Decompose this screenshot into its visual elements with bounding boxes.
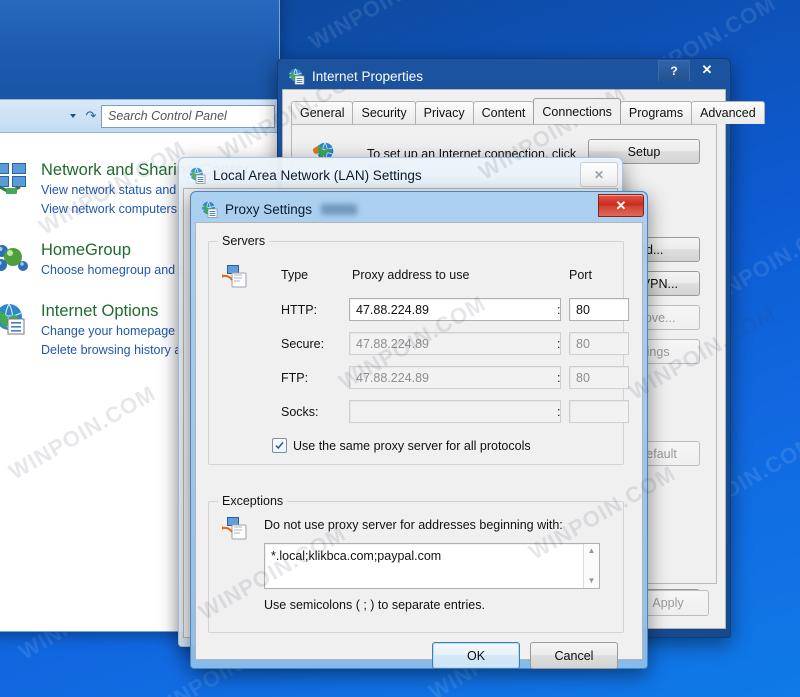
secure-row-label: Secure: (281, 337, 325, 351)
proxy-settings-titlebar[interactable]: Proxy Settings ✕ (195, 194, 644, 222)
http-port-input[interactable]: 80 (569, 298, 629, 321)
tab-label: Security (361, 106, 407, 120)
scroll-up-icon[interactable]: ▲ (588, 547, 596, 555)
exceptions-groupbox: Exceptions Do not use proxy server for a… (208, 494, 624, 633)
internet-options-icon (0, 300, 37, 360)
same-proxy-label: Use the same proxy server for all protoc… (293, 438, 531, 453)
proxy-settings-icon (201, 201, 218, 218)
internet-properties-titlebar[interactable]: Internet Properties ? ✕ (282, 60, 726, 89)
apply-button-label: Apply (652, 596, 684, 610)
proxy-settings-title-buttons: ✕ (598, 194, 644, 217)
tab-privacy[interactable]: Privacy (414, 101, 474, 124)
http-port-value: 80 (576, 302, 590, 317)
cancel-button[interactable]: Cancel (530, 642, 618, 669)
exceptions-hint: Use semicolons ( ; ) to separate entries… (264, 598, 485, 612)
internet-properties-icon (288, 68, 305, 85)
control-panel-titlebar (0, 0, 279, 99)
watermark: WINPOIN.COM (304, 0, 460, 55)
lan-settings-title-buttons: ✕ (580, 162, 618, 187)
tab-advanced[interactable]: Advanced (691, 101, 765, 124)
tab-connections[interactable]: Connections (533, 98, 621, 124)
tab-label: Privacy (423, 106, 465, 120)
socks-row-label: Socks: (281, 405, 319, 419)
http-address-input[interactable]: 47.88.224.89 (349, 298, 561, 321)
close-button[interactable]: ✕ (690, 60, 724, 80)
ftp-address-input: 47.88.224.89 (349, 366, 561, 389)
secure-port-input: 80 (569, 332, 629, 355)
cancel-button-label: Cancel (554, 648, 594, 663)
socks-port-input (569, 400, 629, 423)
tab-programs[interactable]: Programs (619, 101, 693, 124)
secure-colon: : (557, 337, 561, 351)
ftp-row-label: FTP: (281, 371, 309, 385)
servers-legend: Servers (218, 234, 270, 248)
servers-icon (221, 264, 247, 291)
proxy-settings-window[interactable]: Proxy Settings ✕ Servers Type Proxy addr… (190, 191, 648, 669)
socks-colon: : (557, 405, 561, 419)
same-proxy-checkbox-row[interactable]: Use the same proxy server for all protoc… (272, 438, 531, 453)
search-placeholder: Search Control Panel (108, 109, 227, 123)
ok-button-label: OK (466, 648, 486, 663)
proxy-settings-body: Servers Type Proxy address to use Port H… (195, 222, 643, 669)
column-header-port: Port (569, 268, 592, 282)
http-row-label: HTTP: (281, 303, 318, 317)
lan-settings-title: Local Area Network (LAN) Settings (213, 167, 422, 183)
secure-address-input: 47.88.224.89 (349, 332, 561, 355)
homegroup-icon (0, 239, 37, 280)
proxy-settings-title: Proxy Settings (225, 201, 313, 217)
column-header-type: Type (281, 268, 309, 282)
ftp-port-value: 80 (576, 370, 590, 385)
http-colon: : (557, 303, 561, 317)
internet-properties-title-buttons: ? ✕ (658, 60, 724, 81)
tab-general[interactable]: General (291, 101, 354, 124)
tab-label: General (300, 106, 345, 120)
exceptions-icon (221, 516, 247, 543)
help-button[interactable]: ? (658, 60, 690, 81)
tab-strip: General Security Privacy Content Connect… (291, 98, 765, 124)
secure-port-value: 80 (576, 336, 590, 351)
tab-label: Connections (542, 104, 612, 119)
exceptions-description: Do not use proxy server for addresses be… (264, 518, 563, 532)
internet-properties-title: Internet Properties (312, 68, 424, 84)
title-artifact (321, 203, 358, 215)
exceptions-textarea[interactable]: *.local;klikbca.com;paypal.com ▲ ▼ (264, 543, 600, 589)
tab-content[interactable]: Content (472, 101, 535, 124)
close-button[interactable]: ✕ (580, 162, 618, 187)
secure-address-value: 47.88.224.89 (356, 336, 429, 351)
network-icon (0, 159, 37, 219)
ftp-address-value: 47.88.224.89 (356, 370, 429, 385)
tab-label: Advanced (700, 106, 756, 120)
lan-settings-icon (189, 167, 206, 184)
exceptions-scrollbar[interactable]: ▲ ▼ (583, 544, 599, 588)
same-proxy-checkbox[interactable] (272, 438, 287, 453)
refresh-icon[interactable]: ↷ (81, 108, 101, 124)
lan-settings-titlebar[interactable]: Local Area Network (LAN) Settings ✕ (183, 162, 618, 188)
exceptions-value: *.local;klikbca.com;paypal.com (271, 549, 442, 563)
ftp-colon: : (557, 371, 561, 385)
tab-security[interactable]: Security (352, 101, 416, 124)
servers-groupbox: Servers Type Proxy address to use Port H… (208, 234, 629, 465)
ok-button[interactable]: OK (432, 642, 520, 669)
scroll-down-icon[interactable]: ▼ (588, 577, 596, 585)
chevron-down-icon[interactable] (70, 114, 76, 118)
socks-address-input (349, 400, 561, 423)
exceptions-legend: Exceptions (218, 494, 288, 508)
setup-button-label: Setup (627, 144, 661, 159)
breadcrumb[interactable] (0, 106, 81, 127)
close-button[interactable]: ✕ (598, 194, 644, 217)
http-address-value: 47.88.224.89 (356, 302, 429, 317)
ftp-port-input: 80 (569, 366, 629, 389)
column-header-address: Proxy address to use (352, 268, 470, 282)
search-input[interactable]: Search Control Panel (101, 104, 275, 128)
control-panel-toolbar: ↷ Search Control Panel (0, 99, 279, 133)
tab-label: Programs (628, 106, 684, 120)
tab-label: Content (481, 106, 526, 120)
